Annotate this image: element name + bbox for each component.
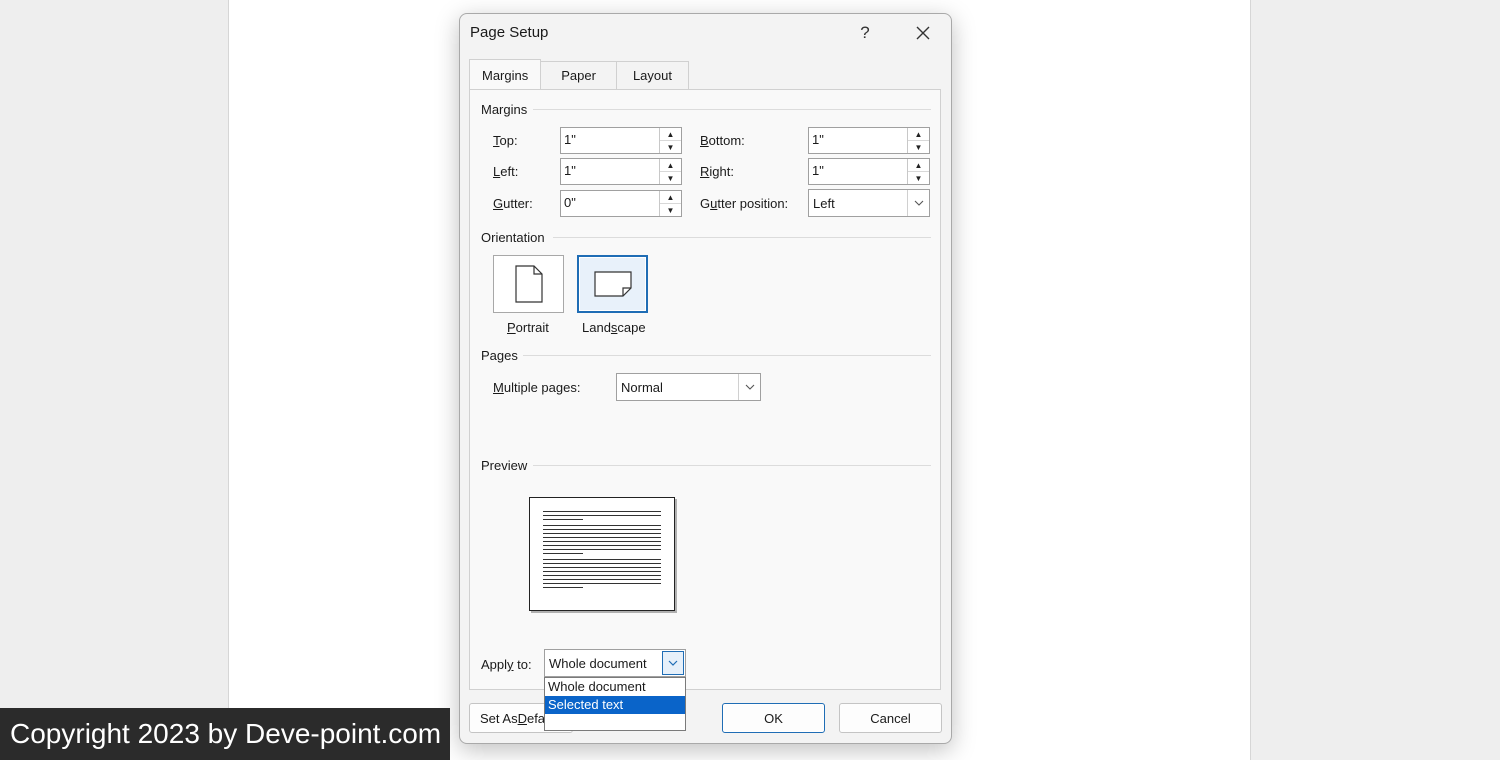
preview-line	[543, 549, 661, 550]
portrait-label: Portrait	[507, 320, 549, 335]
left-margin-value[interactable]: 1"	[564, 163, 576, 178]
spin-up-icon[interactable]: ▲	[908, 159, 929, 172]
apply-to-value: Whole document	[549, 656, 647, 671]
chevron-down-icon[interactable]	[662, 651, 684, 675]
tab-bar: Margins Paper Layout	[469, 59, 689, 89]
spin-up-icon[interactable]: ▲	[908, 128, 929, 141]
preview-line	[543, 533, 661, 534]
page-preview	[529, 497, 675, 611]
orientation-group-label: Orientation	[481, 230, 545, 245]
dialog-title: Page Setup	[470, 24, 549, 41]
preview-group-label: Preview	[481, 458, 528, 473]
spin-down-icon[interactable]: ▼	[908, 141, 929, 153]
close-icon	[916, 26, 930, 40]
landscape-page-icon	[593, 271, 632, 297]
orientation-group-divider	[553, 237, 931, 238]
preview-line	[543, 553, 583, 554]
spin-up-icon[interactable]: ▲	[660, 128, 681, 141]
gutter-position-select[interactable]: Left	[808, 189, 930, 217]
preview-line	[543, 541, 661, 542]
top-margin-value[interactable]: 1"	[564, 132, 576, 147]
preview-line	[543, 511, 661, 512]
gutter-value[interactable]: 0"	[564, 195, 576, 210]
right-margin-spinner[interactable]: 1" ▲ ▼	[808, 158, 930, 185]
portrait-option[interactable]	[493, 255, 564, 313]
spin-down-icon[interactable]: ▼	[660, 172, 681, 184]
multiple-pages-label: Multiple pages:	[493, 380, 581, 395]
gutter-position-label: Gutter position:	[700, 196, 789, 211]
preview-line	[543, 579, 661, 580]
spin-down-icon[interactable]: ▼	[908, 172, 929, 184]
bottom-label: Bottom:	[700, 133, 745, 148]
gutter-spinner[interactable]: 0" ▲ ▼	[560, 190, 682, 217]
gutter-position-value: Left	[813, 196, 835, 211]
margins-group-label: Margins	[481, 102, 528, 117]
multiple-pages-select[interactable]: Normal	[616, 373, 761, 401]
spin-down-icon[interactable]: ▼	[660, 141, 681, 153]
bottom-margin-value[interactable]: 1"	[812, 132, 824, 147]
dropdown-option-whole-document[interactable]: Whole document	[545, 678, 685, 696]
chevron-down-icon[interactable]	[907, 190, 929, 216]
chevron-down-icon[interactable]	[738, 374, 760, 400]
preview-line	[543, 559, 661, 560]
top-label: Top:	[493, 133, 518, 148]
close-button[interactable]	[908, 20, 938, 46]
spin-down-icon[interactable]: ▼	[660, 204, 681, 216]
bottom-margin-spinner[interactable]: 1" ▲ ▼	[808, 127, 930, 154]
right-label: Right:	[700, 164, 734, 179]
gutter-label: Gutter:	[493, 196, 533, 211]
preview-line	[543, 545, 661, 546]
left-label: Left:	[493, 164, 519, 179]
preview-line	[543, 525, 661, 526]
landscape-label: Landscape	[582, 320, 646, 335]
preview-line	[543, 563, 661, 564]
preview-line	[543, 519, 583, 520]
preview-line	[543, 575, 661, 576]
preview-line	[543, 571, 661, 572]
preview-line	[543, 529, 661, 530]
preview-line	[543, 587, 583, 588]
spin-up-icon[interactable]: ▲	[660, 191, 681, 204]
apply-to-dropdown-list: Whole document Selected text	[544, 677, 686, 731]
preview-group-divider	[533, 465, 931, 466]
top-margin-spinner[interactable]: 1" ▲ ▼	[560, 127, 682, 154]
multiple-pages-value: Normal	[621, 380, 663, 395]
spin-up-icon[interactable]: ▲	[660, 159, 681, 172]
dropdown-option-selected-text[interactable]: Selected text	[545, 696, 685, 714]
portrait-page-icon	[514, 265, 543, 303]
pages-group-divider	[523, 355, 931, 356]
preview-line	[543, 537, 661, 538]
copyright-watermark: Copyright 2023 by Deve-point.com	[0, 708, 450, 760]
tab-paper[interactable]: Paper	[540, 61, 617, 89]
preview-line	[543, 583, 661, 584]
left-margin-spinner[interactable]: 1" ▲ ▼	[560, 158, 682, 185]
pages-group-label: Pages	[481, 348, 518, 363]
landscape-option[interactable]	[577, 255, 648, 313]
apply-to-label: Apply to:	[481, 657, 532, 672]
apply-to-select[interactable]: Whole document	[544, 649, 686, 677]
ok-button[interactable]: OK	[722, 703, 825, 733]
preview-line	[543, 567, 661, 568]
preview-line	[543, 515, 661, 516]
cancel-button[interactable]: Cancel	[839, 703, 942, 733]
help-icon: ?	[860, 23, 870, 42]
right-margin-value[interactable]: 1"	[812, 163, 824, 178]
help-button[interactable]: ?	[850, 20, 880, 46]
margins-group-divider	[533, 109, 931, 110]
tab-layout[interactable]: Layout	[615, 61, 689, 89]
tab-margins[interactable]: Margins	[469, 59, 542, 89]
